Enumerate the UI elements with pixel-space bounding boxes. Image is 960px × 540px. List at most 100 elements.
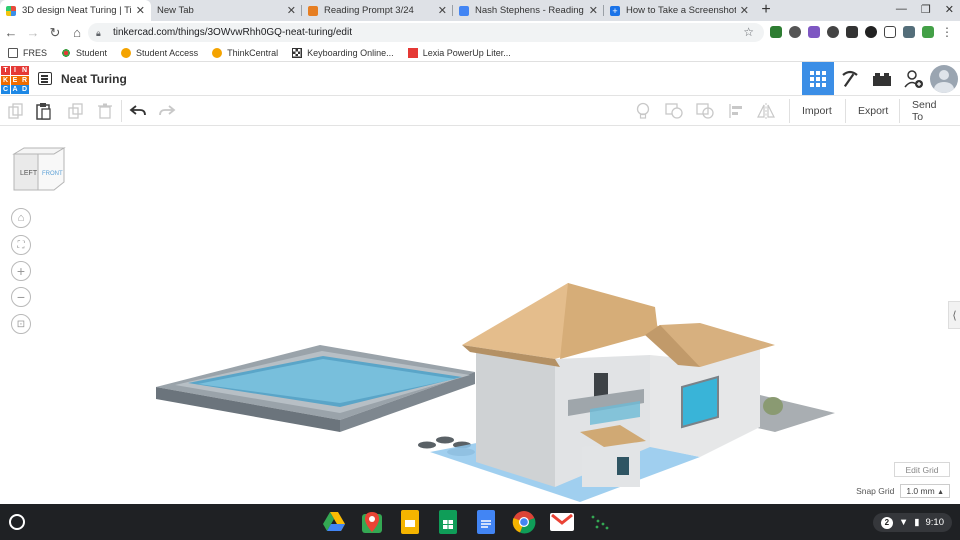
design-list-icon[interactable] xyxy=(38,72,52,85)
url-text: tinkercad.com/things/3OWvwRhh0GQ-neat-tu… xyxy=(113,27,352,38)
delete-icon[interactable] xyxy=(95,101,115,121)
extension-icon[interactable] xyxy=(827,26,839,38)
bookmark-fres[interactable]: FRES xyxy=(8,47,47,58)
plus-icon: + xyxy=(610,5,620,16)
workplane-canvas[interactable]: LEFT FRONT ⌂ ⛶ + − ⊡ ⟨ Edit Grid Snap Gr… xyxy=(0,127,960,504)
orange-doc-icon xyxy=(308,5,318,16)
tab-reading-prompt[interactable]: Reading Prompt 3/24 ✕ xyxy=(302,0,453,21)
snap-grid-select[interactable]: 1.0 mm ▲ xyxy=(900,484,950,498)
close-icon[interactable]: ✕ xyxy=(438,4,447,17)
close-window-icon[interactable]: ✕ xyxy=(945,3,954,16)
tab-tinkercad[interactable]: 3D design Neat Turing | Tinkercad ✕ xyxy=(0,0,151,21)
chevron-left-icon: ⟨ xyxy=(952,309,957,322)
group-icon[interactable] xyxy=(664,101,684,121)
tab-title: Nash Stephens - Reading Prompt xyxy=(475,5,585,16)
tab-title: Reading Prompt 3/24 xyxy=(324,5,414,16)
dots-app-icon[interactable] xyxy=(586,508,614,536)
avatar[interactable] xyxy=(930,65,958,93)
close-icon[interactable]: ✕ xyxy=(589,4,598,17)
menu-dots-icon[interactable]: ⋮ xyxy=(941,26,953,38)
window-controls: — ❐ ✕ xyxy=(896,3,954,16)
duplicate-icon[interactable] xyxy=(66,101,86,121)
extension-icon[interactable] xyxy=(789,26,801,38)
extension-icon[interactable] xyxy=(922,26,934,38)
os-shelf: 2 ▼ ▮ 9:10 xyxy=(0,504,960,540)
google-drive-icon[interactable] xyxy=(320,508,348,536)
new-tab-button[interactable]: + xyxy=(755,0,777,21)
status-tray[interactable]: 2 ▼ ▮ 9:10 xyxy=(872,513,952,532)
ungroup-icon[interactable] xyxy=(695,101,715,121)
restore-icon[interactable]: ❐ xyxy=(921,3,931,16)
copy-icon[interactable] xyxy=(6,101,26,121)
google-sheets-icon[interactable] xyxy=(434,508,462,536)
folder-icon xyxy=(8,47,18,58)
import-button[interactable]: Import xyxy=(789,99,844,123)
blocks-view-button[interactable] xyxy=(834,62,866,95)
bookmark-student[interactable]: Student xyxy=(61,47,107,58)
bookmark-thinkcentral[interactable]: ThinkCentral xyxy=(212,47,278,58)
extension-icon[interactable] xyxy=(884,26,896,38)
extensions-area: ⋮ xyxy=(770,26,953,38)
close-icon[interactable]: ✕ xyxy=(287,4,296,17)
bookmark-lexia[interactable]: Lexia PowerUp Liter... xyxy=(407,47,511,58)
pinned-apps xyxy=(320,508,614,536)
google-slides-icon[interactable] xyxy=(396,508,424,536)
home-icon[interactable]: ⌂ xyxy=(66,25,88,40)
google-docs-icon[interactable] xyxy=(472,508,500,536)
bookmark-keyboarding[interactable]: Keyboarding Online... xyxy=(292,47,394,58)
google-maps-icon[interactable] xyxy=(358,508,386,536)
mirror-icon[interactable] xyxy=(756,101,776,121)
redo-icon[interactable] xyxy=(157,101,177,121)
3d-scene[interactable] xyxy=(0,127,960,504)
house-model[interactable] xyxy=(462,283,775,487)
expand-panel-handle[interactable]: ⟨ xyxy=(948,301,960,329)
url-field[interactable]: 🔒︎ tinkercad.com/things/3OWvwRhh0GQ-neat… xyxy=(88,23,764,42)
reload-icon[interactable]: ↻ xyxy=(44,25,66,41)
add-collaborator-button[interactable] xyxy=(898,62,930,95)
browser-tab-strip: 3D design Neat Turing | Tinkercad ✕ New … xyxy=(0,0,960,21)
brick-icon xyxy=(873,72,891,86)
pickaxe-icon xyxy=(842,70,858,87)
lock-icon: 🔒︎ xyxy=(96,28,101,38)
tinkercad-logo[interactable]: T I N K E R C A D xyxy=(1,66,29,94)
lexia-icon xyxy=(407,47,418,58)
bricks-view-button[interactable] xyxy=(866,62,898,95)
orange-dot-icon xyxy=(212,47,223,58)
close-icon[interactable]: ✕ xyxy=(740,4,749,17)
3d-view-button[interactable] xyxy=(802,62,834,95)
gmail-icon[interactable] xyxy=(548,508,576,536)
undo-icon[interactable] xyxy=(128,101,148,121)
lightbulb-icon[interactable] xyxy=(633,101,653,121)
bookmarks-bar: FRES Student Student Access ThinkCentral… xyxy=(0,44,960,62)
export-button[interactable]: Export xyxy=(845,99,900,123)
paste-icon[interactable] xyxy=(34,101,54,121)
battery-icon: ▮ xyxy=(914,517,920,528)
forward-icon[interactable]: → xyxy=(22,25,44,40)
tab-nash-stephens[interactable]: Nash Stephens - Reading Prompt ✕ xyxy=(453,0,604,21)
wifi-icon: ▼ xyxy=(898,517,909,528)
extension-icon[interactable] xyxy=(903,26,915,38)
extension-icon[interactable] xyxy=(846,26,858,38)
tab-new-tab[interactable]: New Tab ✕ xyxy=(151,0,302,21)
extension-icon[interactable] xyxy=(865,26,877,38)
car-model[interactable] xyxy=(763,397,783,415)
launcher-button[interactable] xyxy=(9,514,25,530)
tab-screenshot-help[interactable]: + How to Take a Screenshot on a ✕ xyxy=(604,0,755,21)
send-to-button[interactable]: Send To xyxy=(899,99,960,123)
clock: 9:10 xyxy=(925,517,945,528)
bookmark-student-access[interactable]: Student Access xyxy=(121,47,198,58)
design-name[interactable]: Neat Turing xyxy=(61,72,127,86)
grid-icon xyxy=(810,70,826,87)
tab-title: How to Take a Screenshot on a xyxy=(626,5,736,16)
extension-icon[interactable] xyxy=(808,26,820,38)
minimize-icon[interactable]: — xyxy=(896,3,907,16)
chrome-icon[interactable] xyxy=(510,508,538,536)
back-icon[interactable]: ← xyxy=(0,25,22,40)
align-icon[interactable] xyxy=(726,101,746,121)
pool-model[interactable] xyxy=(156,345,475,432)
bookmark-star-icon[interactable]: ☆ xyxy=(743,25,754,39)
edit-grid-button[interactable]: Edit Grid xyxy=(894,462,950,477)
tinkercad-header: T I N K E R C A D Neat Turing xyxy=(0,62,960,96)
close-icon[interactable]: ✕ xyxy=(136,4,145,17)
extension-icon[interactable] xyxy=(770,26,782,38)
